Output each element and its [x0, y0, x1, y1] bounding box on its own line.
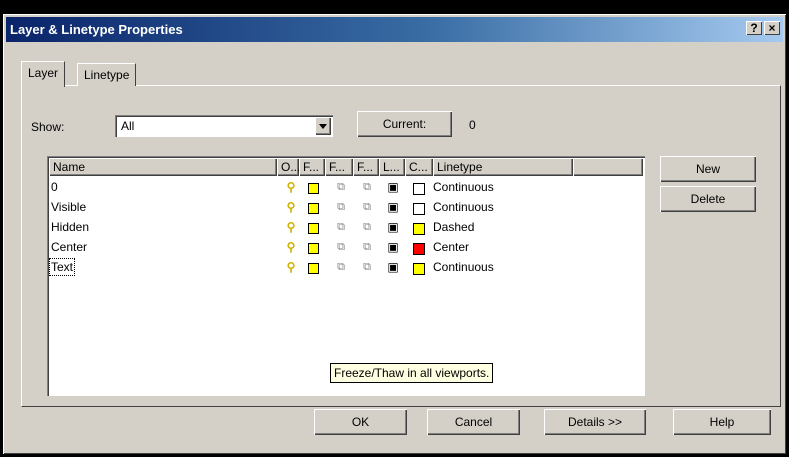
ok-button[interactable]: OK [314, 409, 407, 435]
viewport-freeze-icon[interactable]: ⧉ [335, 221, 347, 234]
show-value: All [121, 119, 135, 133]
viewport-freeze-icon[interactable]: ⧉ [335, 201, 347, 214]
show-label: Show: [31, 120, 65, 134]
layer-name: Visible [51, 200, 87, 214]
tab-layer[interactable]: Layer [21, 61, 66, 87]
lightbulb-icon[interactable]: ⚲ [285, 201, 297, 214]
viewport-freeze-icon[interactable]: ⧉ [335, 261, 347, 274]
show-select[interactable]: All [115, 115, 333, 137]
current-button[interactable]: Current: [357, 111, 452, 137]
help-icon[interactable]: ? [746, 21, 762, 35]
new-button[interactable]: New [660, 156, 756, 182]
layer-name: Hidden [51, 220, 90, 234]
layer-name: 0 [51, 180, 58, 194]
new-viewport-freeze-icon[interactable]: ⧉ [361, 241, 373, 254]
sun-icon[interactable] [308, 203, 319, 214]
viewport-freeze-icon[interactable]: ⧉ [335, 181, 347, 194]
cancel-button[interactable]: Cancel [427, 409, 520, 435]
layer-linetype[interactable]: Continuous [433, 180, 494, 194]
color-swatch[interactable] [413, 263, 425, 275]
new-viewport-freeze-icon[interactable]: ⧉ [361, 181, 373, 194]
layer-row[interactable]: Visible ⚲ ⧉ ⧉ ▣ Continuous [49, 198, 643, 218]
column-header-vp-freeze[interactable]: F... [325, 158, 353, 176]
tab-linetype[interactable]: Linetype [77, 63, 137, 86]
sun-icon[interactable] [308, 183, 319, 194]
new-viewport-freeze-icon[interactable]: ⧉ [361, 221, 373, 234]
new-viewport-freeze-icon[interactable]: ⧉ [361, 261, 373, 274]
color-swatch[interactable] [413, 243, 425, 255]
help-button[interactable]: Help [673, 409, 771, 435]
layer-list[interactable]: Name O... F... F... F... L... C... Linet… [47, 156, 645, 396]
unlocked-padlock-icon[interactable]: ▣ [387, 241, 399, 254]
unlocked-padlock-icon[interactable]: ▣ [387, 181, 399, 194]
column-header-on[interactable]: O... [277, 158, 299, 176]
layer-linetype[interactable]: Dashed [433, 220, 474, 234]
unlocked-padlock-icon[interactable]: ▣ [387, 221, 399, 234]
layer-linetype-dialog: Layer & Linetype Properties ? × Layer Li… [3, 14, 786, 454]
new-viewport-freeze-icon[interactable]: ⧉ [361, 201, 373, 214]
layer-name: Center [51, 240, 88, 254]
color-swatch[interactable] [413, 223, 425, 235]
column-header-filler [573, 158, 643, 176]
layer-row[interactable]: Text ⚲ ⧉ ⧉ ▣ Continuous [48, 258, 643, 278]
layer-row[interactable]: Center ⚲ ⧉ ⧉ ▣ Center [49, 238, 643, 258]
details-button[interactable]: Details >> [544, 409, 646, 435]
layer-linetype[interactable]: Continuous [433, 260, 494, 274]
title-bar[interactable]: Layer & Linetype Properties ? × [6, 17, 783, 42]
layer-linetype[interactable]: Center [433, 240, 469, 254]
delete-button[interactable]: Delete [660, 186, 756, 212]
color-swatch[interactable] [413, 203, 425, 215]
column-header-freeze[interactable]: F... [299, 158, 325, 176]
column-header-name[interactable]: Name [49, 158, 277, 176]
color-swatch[interactable] [413, 183, 425, 195]
layer-linetype[interactable]: Continuous [433, 200, 494, 214]
column-header-linetype[interactable]: Linetype [433, 158, 573, 176]
current-layer-value: 0 [469, 118, 476, 132]
unlocked-padlock-icon[interactable]: ▣ [387, 261, 399, 274]
layer-row[interactable]: 0 ⚲ ⧉ ⧉ ▣ Continuous [49, 178, 643, 198]
unlocked-padlock-icon[interactable]: ▣ [387, 201, 399, 214]
close-icon[interactable]: × [764, 21, 780, 35]
sun-icon[interactable] [308, 223, 319, 234]
chevron-down-icon[interactable] [315, 117, 331, 135]
column-header-color[interactable]: C... [405, 158, 433, 176]
dialog-title: Layer & Linetype Properties [10, 22, 183, 37]
layer-name: Text [48, 258, 76, 276]
viewport-freeze-icon[interactable]: ⧉ [335, 241, 347, 254]
column-header-lock[interactable]: L... [379, 158, 405, 176]
layer-row[interactable]: Hidden ⚲ ⧉ ⧉ ▣ Dashed [49, 218, 643, 238]
lightbulb-icon[interactable]: ⚲ [285, 261, 297, 274]
lightbulb-icon[interactable]: ⚲ [285, 221, 297, 234]
lightbulb-icon[interactable]: ⚲ [285, 241, 297, 254]
sun-icon[interactable] [308, 243, 319, 254]
sun-icon[interactable] [308, 263, 319, 274]
column-header-new-vp-freeze[interactable]: F... [353, 158, 379, 176]
tooltip: Freeze/Thaw in all viewports. [330, 363, 494, 383]
lightbulb-icon[interactable]: ⚲ [285, 181, 297, 194]
